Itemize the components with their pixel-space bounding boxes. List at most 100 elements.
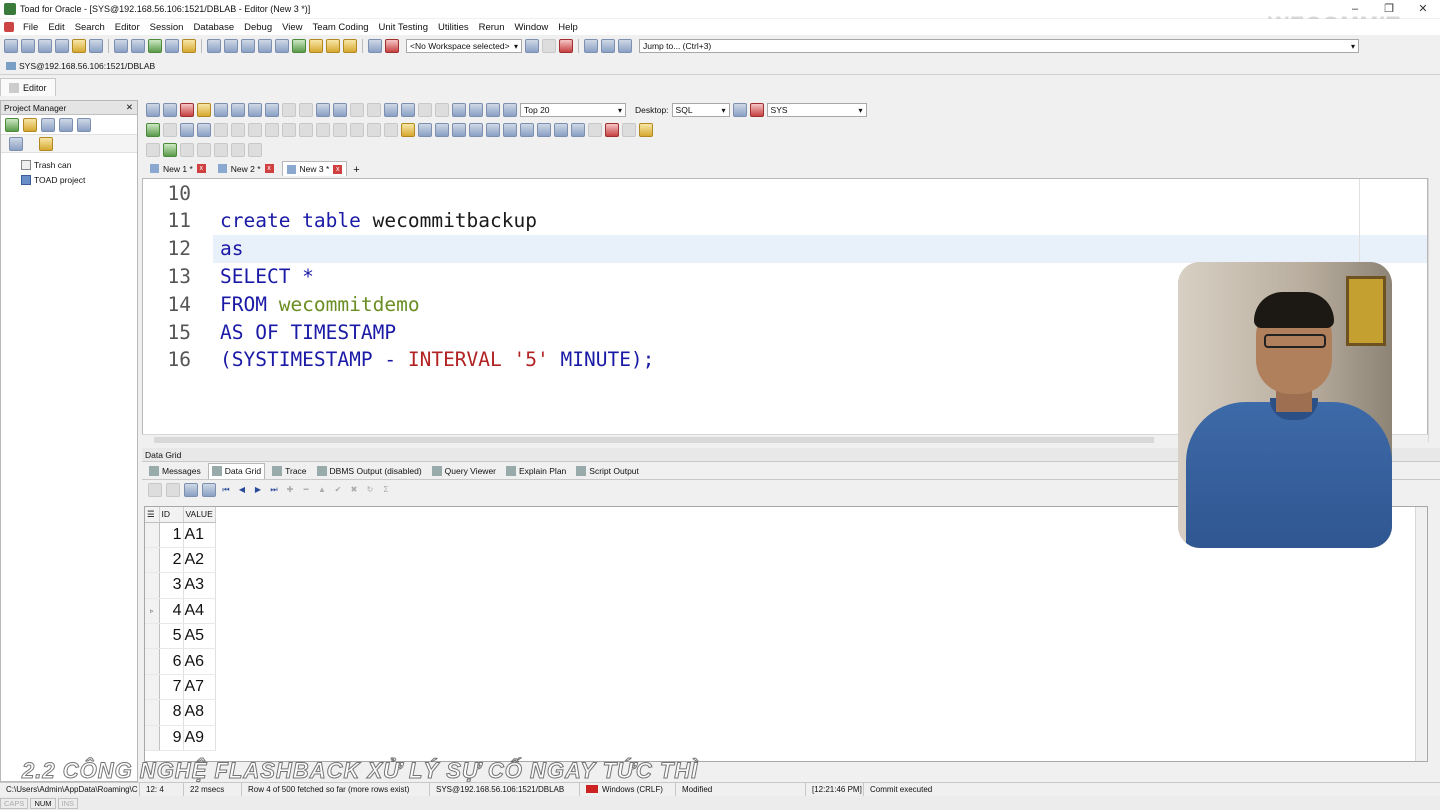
schema-select[interactable]: SYS: [766, 103, 867, 117]
outdent-icon[interactable]: [435, 123, 449, 137]
prior-record-icon[interactable]: ◀: [236, 484, 248, 496]
lock-icon[interactable]: [309, 39, 323, 53]
options-icon[interactable]: [571, 123, 585, 137]
team-coding-icon[interactable]: [163, 143, 177, 157]
row-indicator[interactable]: [145, 648, 160, 675]
step-icon[interactable]: [231, 123, 245, 137]
back-icon[interactable]: [418, 103, 432, 117]
tools-icon[interactable]: [207, 39, 221, 53]
last-record-icon[interactable]: ⏭: [268, 484, 280, 496]
code-line[interactable]: 15 AS OF TIMESTAMP: [143, 318, 397, 346]
desktop-remove-icon[interactable]: [749, 103, 764, 117]
group-icon[interactable]: [384, 103, 398, 117]
print-sql-icon[interactable]: [316, 103, 330, 117]
editor-vertical-scrollbar[interactable]: [1428, 178, 1440, 442]
execute-script-icon[interactable]: [180, 123, 194, 137]
grid-option-icon[interactable]: [148, 483, 162, 497]
grid-lock-icon[interactable]: [166, 483, 180, 497]
tab-query-viewer[interactable]: Query Viewer: [429, 463, 499, 479]
project-view-icon[interactable]: [9, 136, 23, 151]
cell-id[interactable]: 8: [159, 699, 184, 726]
menu-team-coding[interactable]: Team Coding: [308, 22, 374, 33]
database-view-icon[interactable]: [39, 136, 53, 151]
cell-value[interactable]: A2: [183, 547, 216, 574]
grid-corner-icon[interactable]: ☰: [145, 507, 160, 523]
cell-value[interactable]: A3: [183, 572, 216, 599]
clipboard-icon[interactable]: [584, 39, 598, 53]
table-row[interactable]: 5 A5: [145, 623, 216, 650]
cell-id[interactable]: 9: [159, 725, 184, 752]
format-icon[interactable]: [333, 103, 347, 117]
undo-arrow-icon[interactable]: [486, 123, 500, 137]
rollback-icon[interactable]: [367, 123, 381, 137]
arrow-icon[interactable]: [146, 103, 160, 117]
cell-id[interactable]: 3: [159, 572, 184, 599]
table-row[interactable]: 2 A2: [145, 547, 216, 574]
refresh-icon[interactable]: [148, 39, 162, 53]
row-indicator[interactable]: [145, 725, 160, 752]
compile-icon[interactable]: [333, 123, 347, 137]
tab-explain-plan[interactable]: Explain Plan: [503, 463, 569, 479]
menu-editor[interactable]: Editor: [110, 22, 145, 33]
editor-window-tab[interactable]: Editor: [0, 78, 56, 96]
code-line[interactable]: 14 FROM wecommitdemo: [143, 290, 420, 318]
stop-icon[interactable]: [163, 123, 177, 137]
cell-value[interactable]: A7: [183, 674, 216, 701]
compare-icon[interactable]: [224, 39, 238, 53]
grid-icon[interactable]: [131, 39, 145, 53]
tab-new-3[interactable]: New 3 * x: [281, 161, 348, 176]
breakpoint-icon[interactable]: [299, 123, 313, 137]
schema-browser-icon[interactable]: [21, 39, 35, 53]
table-row[interactable]: 3 A3: [145, 572, 216, 599]
debug-run-icon[interactable]: [282, 123, 296, 137]
db-monitor-icon[interactable]: [89, 39, 103, 53]
tab-new-1[interactable]: New 1 * x: [146, 161, 210, 176]
table-row[interactable]: 8 A8: [145, 699, 216, 726]
watch-icon[interactable]: [316, 123, 330, 137]
close-editor-icon[interactable]: [180, 103, 194, 117]
save-file-icon[interactable]: [231, 103, 245, 117]
check-in-icon[interactable]: [180, 143, 194, 157]
bookmark-icon[interactable]: [588, 123, 602, 137]
code-line[interactable]: 10: [143, 179, 191, 207]
cell-value[interactable]: A9: [183, 725, 216, 752]
save-as-icon[interactable]: [248, 103, 262, 117]
tab-close-icon[interactable]: x: [333, 164, 343, 174]
commit-icon[interactable]: [350, 123, 364, 137]
table-view-icon[interactable]: [401, 123, 415, 137]
menu-debug[interactable]: Debug: [239, 22, 277, 33]
undo-icon[interactable]: [282, 103, 296, 117]
menu-rerun[interactable]: Rerun: [474, 22, 510, 33]
edit-record-icon[interactable]: ▲: [316, 484, 328, 496]
new-editor-icon[interactable]: [4, 39, 18, 53]
table-icon[interactable]: [384, 123, 398, 137]
post-edit-icon[interactable]: ✔: [332, 484, 344, 496]
step-out-icon[interactable]: [265, 123, 279, 137]
workspace-arrow-icon[interactable]: [542, 39, 556, 53]
open-folder-icon[interactable]: [23, 117, 37, 132]
jump-to-input[interactable]: Jump to... (Ctrl+3): [639, 39, 1359, 53]
trace-icon[interactable]: [214, 123, 228, 137]
code-line[interactable]: 16 (SYSTIMESTAMP - INTERVAL '5' MINUTE);: [143, 346, 655, 374]
database-icon[interactable]: [275, 39, 289, 53]
version-icon[interactable]: [214, 143, 228, 157]
cell-value[interactable]: A5: [183, 623, 216, 650]
tab-close-icon[interactable]: x: [264, 164, 274, 173]
cut-icon[interactable]: [350, 103, 364, 117]
workspace-close-icon[interactable]: [559, 39, 573, 53]
lowercase-icon[interactable]: [520, 123, 534, 137]
project-manager-close-icon[interactable]: ✕: [126, 102, 137, 113]
column-header-id[interactable]: ID: [159, 507, 184, 523]
recent-icon[interactable]: [214, 103, 228, 117]
row-indicator[interactable]: [145, 572, 160, 599]
navigator-icon[interactable]: [146, 143, 160, 157]
menu-unit-testing[interactable]: Unit Testing: [374, 22, 433, 33]
connection-label[interactable]: SYS@192.168.56.106:1521/DBLAB: [19, 61, 155, 71]
tile-icon[interactable]: [165, 39, 179, 53]
session-browser-icon[interactable]: [55, 39, 69, 53]
wizard-icon[interactable]: [368, 39, 382, 53]
row-indicator[interactable]: [145, 547, 160, 574]
community-icon[interactable]: [618, 39, 632, 53]
cell-id[interactable]: 5: [159, 623, 184, 650]
pencil-icon[interactable]: [182, 39, 196, 53]
